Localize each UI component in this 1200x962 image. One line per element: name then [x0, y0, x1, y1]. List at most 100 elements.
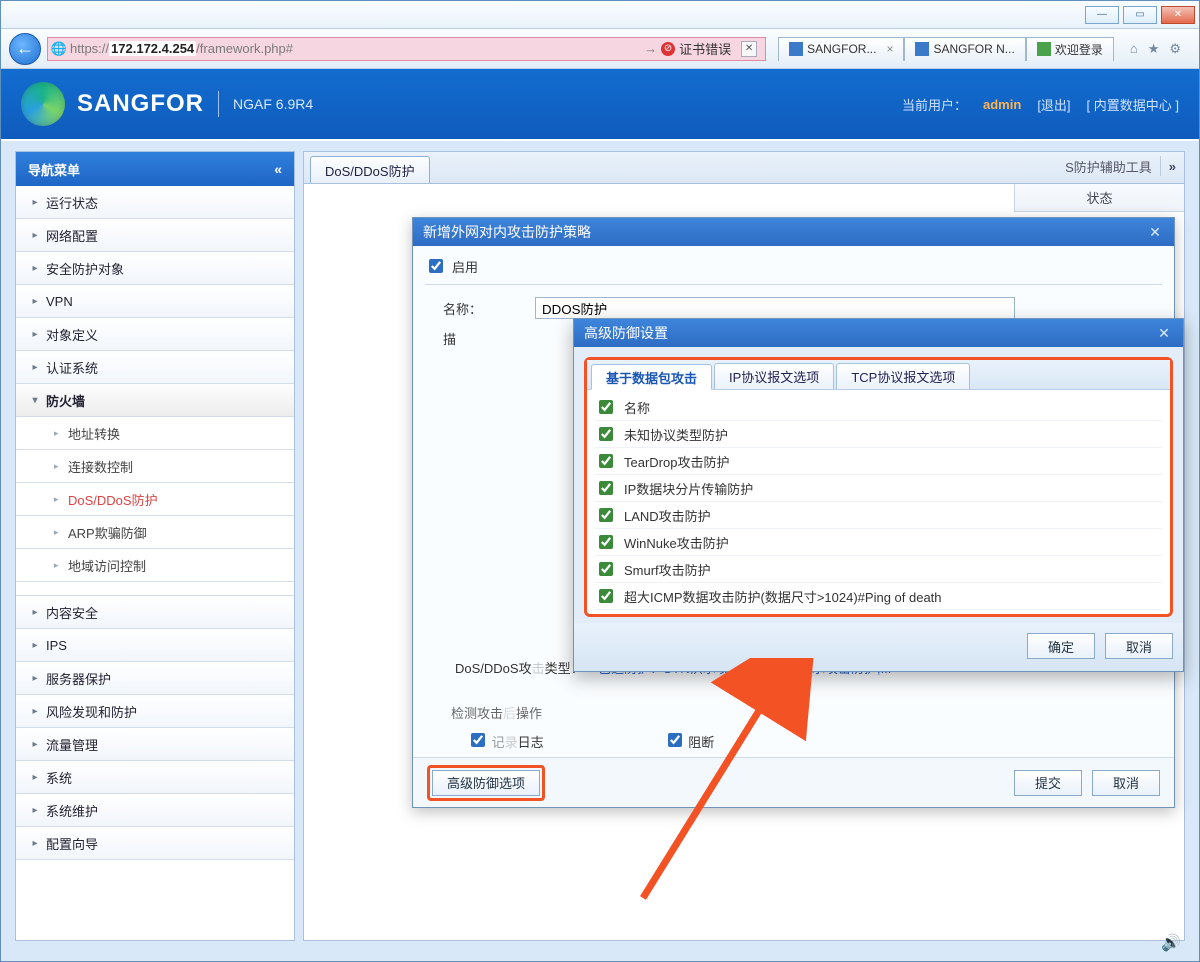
column-header-status: 状态	[1014, 184, 1184, 212]
nav-back-button[interactable]: ←	[9, 33, 41, 65]
url-host: 172.172.4.254	[109, 41, 196, 56]
column-header-label: 状态	[1086, 188, 1112, 207]
check-row[interactable]: 名称	[595, 394, 1162, 421]
enable-checkbox[interactable]	[429, 259, 443, 273]
browser-tab[interactable]: SANGFOR N...	[904, 37, 1025, 61]
cert-error-close[interactable]: ✕	[741, 41, 757, 57]
sidebar-item-label: 风险发现和防护	[46, 702, 137, 721]
sidebar-item-network-config[interactable]: ▸网络配置	[16, 219, 294, 252]
current-user-name: admin	[983, 97, 1021, 112]
check-item[interactable]	[599, 481, 613, 495]
sidebar-item-wizard[interactable]: ▸配置向导	[16, 827, 294, 860]
window-maximize-button[interactable]: ▭	[1123, 6, 1157, 24]
check-item[interactable]	[599, 427, 613, 441]
submit-button[interactable]: 提交	[1014, 770, 1082, 796]
log-label-tail: 日志	[518, 735, 544, 750]
cancel-button[interactable]: 取消	[1092, 770, 1160, 796]
policy-modal-titlebar[interactable]: 新增外网对内攻击防护策略 ✕	[413, 218, 1174, 246]
sidebar-subitem-region[interactable]: ▸地域访问控制	[16, 549, 294, 582]
sidebar-item-label: IPS	[46, 638, 67, 653]
check-row[interactable]: IP数据块分片传输防护	[595, 475, 1162, 502]
data-center-link[interactable]: [ 内置数据中心 ]	[1087, 95, 1179, 114]
sidebar-item-security-objects[interactable]: ▸安全防护对象	[16, 252, 294, 285]
content-tab-dos[interactable]: DoS/DDoS防护	[310, 156, 430, 183]
sidebar-item-auth[interactable]: ▸认证系统	[16, 351, 294, 384]
check-item[interactable]	[599, 562, 613, 576]
sidebar-item-label: 系统	[46, 768, 72, 787]
brand-name: SANGFOR	[77, 90, 204, 118]
browser-tab-label: 欢迎登录	[1055, 41, 1103, 58]
address-bar[interactable]: 🌐 https:// 172.172.4.254 /framework.php#…	[47, 37, 766, 61]
browser-tab[interactable]: 欢迎登录	[1026, 37, 1114, 61]
sidebar-item-runtime-status[interactable]: ▸运行状态	[16, 186, 294, 219]
more-icon[interactable]: »	[1169, 159, 1176, 174]
advanced-check-list: 名称 未知协议类型防护 TearDrop攻击防护 IP数据块分片传输防护 LAN…	[587, 390, 1170, 614]
check-item[interactable]	[599, 508, 613, 522]
check-item[interactable]	[599, 589, 613, 603]
tab-ip-options[interactable]: IP协议报文选项	[714, 363, 834, 389]
sidebar-subitem-nat[interactable]: ▸地址转换	[16, 417, 294, 450]
check-row[interactable]: Smurf攻击防护	[595, 556, 1162, 583]
browser-tab[interactable]: SANGFOR...×	[778, 37, 904, 61]
advanced-defense-button[interactable]: 高级防御选项	[432, 770, 540, 796]
sidebar-item-maintenance[interactable]: ▸系统维护	[16, 794, 294, 827]
sidebar-subitem-dos-ddos[interactable]: ▸DoS/DDoS防护	[16, 483, 294, 516]
tab-tcp-options[interactable]: TCP协议报文选项	[836, 363, 970, 389]
ok-button[interactable]: 确定	[1027, 633, 1095, 659]
sidebar-item-server-protect[interactable]: ▸服务器保护	[16, 662, 294, 695]
check-row[interactable]: 未知协议类型防护	[595, 421, 1162, 448]
close-icon[interactable]: ✕	[1155, 324, 1173, 342]
home-icon[interactable]: ⌂	[1130, 41, 1138, 57]
check-item[interactable]	[599, 400, 613, 414]
block-option[interactable]: 阻断	[664, 730, 715, 751]
tab-packet-attack[interactable]: 基于数据包攻击	[591, 364, 712, 390]
content-panel: DoS/DDoS防护 S防护辅助工具 » 状态 新增外网对内攻击防护策略 ✕	[303, 151, 1185, 941]
block-checkbox[interactable]	[668, 733, 682, 747]
sidebar-item-content-security[interactable]: ▸内容安全	[16, 596, 294, 629]
sidebar-item-system[interactable]: ▸系统	[16, 761, 294, 794]
sidebar-subitem-conn-control[interactable]: ▸连接数控制	[16, 450, 294, 483]
check-item[interactable]	[599, 535, 613, 549]
advanced-modal-titlebar[interactable]: 高级防御设置 ✕	[574, 319, 1183, 347]
favorites-icon[interactable]: ★	[1148, 41, 1160, 57]
content-right-tool-label[interactable]: S防护辅助工具	[1065, 157, 1152, 176]
check-row[interactable]: 超大ICMP数据攻击防护(数据尺寸>1024)#Ping of death	[595, 583, 1162, 610]
browser-toolbar: ← 🌐 https:// 172.172.4.254 /framework.ph…	[1, 29, 1199, 69]
cancel-label: 取消	[1113, 773, 1139, 792]
sidebar-item-object-def[interactable]: ▸对象定义	[16, 318, 294, 351]
favicon-icon	[789, 42, 803, 56]
check-label: LAND攻击防护	[624, 506, 711, 525]
sidebar-item-risk[interactable]: ▸风险发现和防护	[16, 695, 294, 728]
advanced-modal: 高级防御设置 ✕ 基于数据包攻击 IP协议报文选项 TCP协议报文选项	[573, 318, 1184, 672]
logout-link[interactable]: [退出]	[1037, 95, 1070, 114]
sidebar-item-ips[interactable]: ▸IPS	[16, 629, 294, 662]
window-close-button[interactable]: ✕	[1161, 6, 1195, 24]
sidebar-title-label: 导航菜单	[28, 160, 80, 179]
sidebar-item-firewall[interactable]: ▾防火墙	[16, 384, 294, 417]
sidebar-item-label: 安全防护对象	[46, 259, 124, 278]
sound-icon[interactable]: 🔊	[1161, 933, 1181, 953]
cert-error-indicator[interactable]: → ⊘ 证书错误 ✕	[636, 39, 765, 58]
advanced-modal-title: 高级防御设置	[584, 323, 668, 343]
log-checkbox[interactable]	[471, 733, 485, 747]
name-field[interactable]	[535, 297, 1015, 319]
check-row[interactable]: TearDrop攻击防护	[595, 448, 1162, 475]
sidebar-item-label: VPN	[46, 294, 73, 309]
favicon-icon	[1037, 42, 1051, 56]
sidebar-subitem-arp[interactable]: ▸ARP欺骗防御	[16, 516, 294, 549]
sidebar-collapse-icon[interactable]: «	[274, 161, 282, 177]
close-icon[interactable]: ✕	[1146, 223, 1164, 241]
check-row[interactable]: LAND攻击防护	[595, 502, 1162, 529]
check-item[interactable]	[599, 454, 613, 468]
sidebar-item-label: 地域访问控制	[68, 556, 146, 575]
desc-field-label: 描	[425, 329, 535, 348]
cancel-button[interactable]: 取消	[1105, 633, 1173, 659]
sidebar-item-vpn[interactable]: ▸VPN	[16, 285, 294, 318]
check-row[interactable]: WinNuke攻击防护	[595, 529, 1162, 556]
current-user-label: 当前用户：	[902, 95, 967, 114]
advanced-tabs: 基于数据包攻击 IP协议报文选项 TCP协议报文选项	[587, 360, 1170, 390]
window-minimize-button[interactable]: —	[1085, 6, 1119, 24]
settings-icon[interactable]: ⚙	[1169, 41, 1181, 57]
log-option[interactable]: 记录日志	[467, 730, 544, 751]
sidebar-item-traffic[interactable]: ▸流量管理	[16, 728, 294, 761]
